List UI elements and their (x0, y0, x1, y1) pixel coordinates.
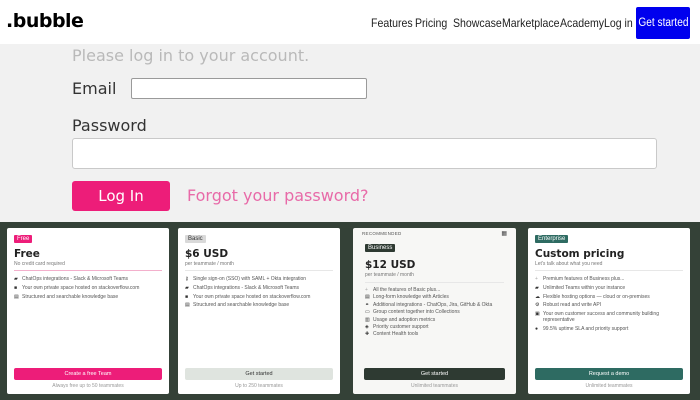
pricing-card-basic: Basic $6 USD per teammate / month ⚷ Singl… (178, 228, 340, 394)
feature-item: ▰ ChatOps integrations - Slack & Microsof… (14, 276, 129, 282)
feature-item: + All the features of Basic plus... (365, 287, 441, 293)
plus-icon: + (365, 287, 368, 293)
feature-item: ▰ ChatOps integrations - Slack & Microsof… (185, 284, 300, 291)
create-free-team-button[interactable]: Create a free Team (14, 368, 162, 380)
feature-item: ▣ Your own customer success and community… (535, 311, 659, 323)
api-icon: ⚙ (535, 302, 540, 309)
email-label: Email (72, 79, 117, 98)
plan-subtitle: per teammate / month (365, 272, 414, 278)
bubble-logo[interactable]: .bubble (6, 10, 84, 32)
divider (14, 270, 162, 271)
feature-item: ⚙ Robust read and write API (535, 302, 602, 309)
feature-item: ▤ Long-form knowledge with Articles (365, 294, 449, 301)
login-button[interactable]: Log In (72, 181, 170, 211)
nav-pricing[interactable]: Pricing (415, 16, 447, 30)
support-icon: ◈ (365, 323, 369, 330)
feature-list: + All the features of Basic plus... ▤ Long… (365, 287, 508, 340)
feature-item: ☁ Flexible hosting options — cloud or on-… (535, 293, 650, 300)
nav-features[interactable]: Features (371, 16, 413, 30)
login-section: Please log in to your account. Email Pas… (0, 44, 700, 222)
plan-footnote: Always free up to 50 teammates (52, 383, 124, 389)
uptime-icon: ● (535, 325, 539, 332)
nav-showcase[interactable]: Showcase (453, 16, 502, 30)
feature-item: ■ Your own private space hosted on stacko… (14, 284, 140, 291)
pricing-card-business: RECOMMENDED ▦ Business $12 USD per teamm… (353, 228, 516, 394)
nav-academy[interactable]: Academy (560, 16, 604, 30)
lock-icon: ■ (14, 284, 18, 291)
feature-list: ⚷ Single sign-on (SSO) with SAML + Okta i… (185, 276, 334, 312)
pricing-card-free: Free Free No credit card required ▰ ChatO… (7, 228, 169, 394)
feature-item: ⚷ Single sign-on (SSO) with SAML + Okta i… (185, 276, 307, 282)
metrics-icon: ▥ (365, 316, 370, 323)
chat-icon: ▰ (14, 276, 18, 282)
recommended-label: RECOMMENDED (362, 231, 402, 236)
divider (185, 270, 333, 271)
divider (535, 270, 683, 271)
plan-subtitle: per teammate / month (185, 261, 234, 267)
plus-icon: + (535, 276, 538, 282)
pricing-section: Free Free No credit card required ▰ ChatO… (0, 222, 700, 400)
feature-item: + Premium features of Business plus... (535, 276, 625, 282)
plan-badge: Free (14, 235, 33, 243)
plan-price: $12 USD (365, 259, 416, 271)
article-icon: ▤ (365, 294, 370, 301)
password-field[interactable] (72, 138, 657, 169)
document-icon: ▤ (14, 293, 19, 300)
request-demo-button[interactable]: Request a demo (535, 368, 683, 380)
plan-badge: Business (365, 244, 396, 252)
document-icon: ▤ (185, 302, 190, 309)
login-prompt: Please log in to your account. (72, 46, 310, 65)
feature-item: ▰ Unlimited Teams within your instance (535, 284, 626, 291)
collection-icon: ▭ (365, 309, 370, 316)
plan-badge: Basic (185, 235, 206, 243)
pricing-card-enterprise: Enterprise Custom pricing Let's talk abo… (528, 228, 690, 394)
feature-list: ▰ ChatOps integrations - Slack & Microsof… (14, 276, 163, 303)
health-icon: ✚ (365, 331, 370, 338)
forgot-password-link[interactable]: Forgot your password? (187, 186, 369, 205)
plan-subtitle: Let's talk about what you need (535, 261, 603, 267)
feature-list: + Premium features of Business plus... ▰ U… (535, 276, 684, 336)
plan-price: Free (14, 248, 40, 260)
get-started-business-button[interactable]: Get started (364, 368, 505, 380)
nav-marketplace[interactable]: Marketplace (502, 16, 560, 30)
feature-item: ▤ Structured and searchable knowledge bas… (185, 302, 290, 309)
cloud-icon: ☁ (535, 293, 540, 300)
plan-price: $6 USD (185, 248, 229, 260)
representative-icon: ▣ (535, 311, 540, 318)
feature-item: ▥ Usage and adoption metrics (365, 316, 436, 323)
feature-item: ■ Your own private space hosted on stacko… (185, 293, 311, 300)
plan-footnote: Unlimited teammates (585, 383, 633, 389)
feature-item: ▤ Structured and searchable knowledge bas… (14, 293, 119, 300)
plan-subtitle: No credit card required (14, 261, 65, 267)
plan-footnote: Up to 250 teammates (235, 383, 283, 389)
feature-item: ● 99.5% uptime SLA and priority support (535, 325, 629, 332)
key-icon: ⚷ (185, 276, 189, 282)
plan-badge: Enterprise (535, 235, 569, 243)
plan-footnote: Unlimited teammates (411, 383, 458, 389)
chat-icon: ▰ (185, 284, 189, 291)
email-field[interactable] (131, 78, 367, 99)
grid-icon: ▦ (501, 231, 507, 237)
get-started-basic-button[interactable]: Get started (185, 368, 333, 380)
feature-item: ✚ Content Health tools (365, 331, 419, 338)
password-label: Password (72, 116, 147, 135)
get-started-button[interactable]: Get started (636, 7, 690, 39)
integration-icon: ⚭ (365, 301, 370, 308)
feature-item: ⚭ Additional integrations - ChatOps, Jira… (365, 301, 493, 308)
feature-item: ▭ Group content together into Collections (365, 309, 460, 316)
feature-item: ◈ Priority customer support (365, 323, 429, 330)
top-nav-bar: .bubble Features Pricing Showcase Market… (0, 0, 700, 44)
plan-price: Custom pricing (535, 248, 625, 260)
nav-login[interactable]: Log in (604, 16, 633, 30)
divider (365, 282, 504, 283)
teams-icon: ▰ (535, 284, 539, 291)
lock-icon: ■ (185, 293, 189, 300)
